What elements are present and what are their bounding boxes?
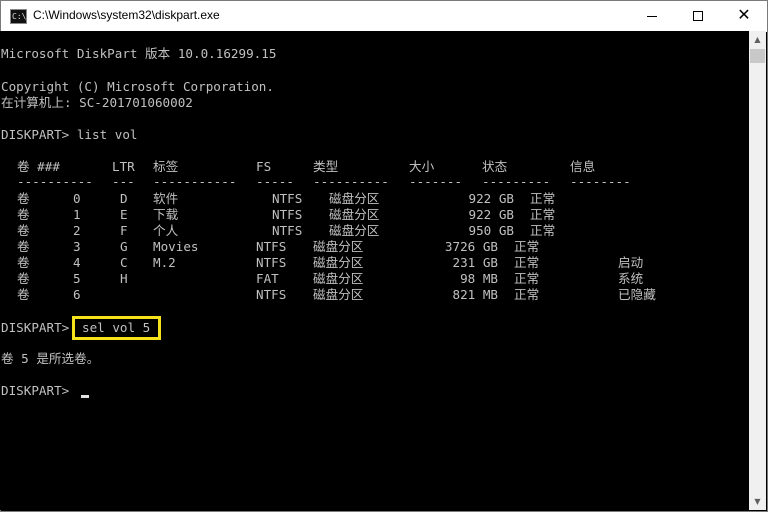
separator: --------- <box>482 174 551 189</box>
label-cell: 个人 <box>153 223 179 238</box>
separator: ----------- <box>153 174 237 189</box>
status-cell: 正常 <box>514 271 540 286</box>
type-cell: 磁盘分区 <box>329 223 380 238</box>
info-cell: 系统 <box>618 271 644 286</box>
separator: ---------- <box>313 174 389 189</box>
header-type: 类型 <box>313 159 339 174</box>
type-cell: 磁盘分区 <box>313 239 364 254</box>
fs-cell: NTFS <box>256 239 287 254</box>
separator: --- <box>112 174 135 189</box>
ltr-cell: F <box>120 223 128 238</box>
header-status: 状态 <box>482 159 508 174</box>
fs-cell: NTFS <box>272 207 303 222</box>
selection-result-line: 卷 5 是所选卷。 <box>1 351 100 366</box>
label-cell: Movies <box>153 239 199 254</box>
volume-cell: 卷 <box>17 191 30 206</box>
info-cell: 已隐藏 <box>618 287 656 302</box>
scrollbar-thumb[interactable] <box>750 49 765 63</box>
type-cell: 磁盘分区 <box>313 255 364 270</box>
volume-cell: 卷 <box>17 223 30 238</box>
volume-number: 3 <box>73 239 81 254</box>
text-cursor <box>81 395 89 398</box>
status-cell: 正常 <box>530 191 556 206</box>
size-cell: 922 GB <box>468 207 515 222</box>
command-highlight-box <box>72 316 161 340</box>
header-volume: 卷 ### <box>17 159 60 174</box>
size-cell: 3726 GB <box>444 239 498 254</box>
copyright-line: Copyright (C) Microsoft Corporation. <box>1 79 274 94</box>
separator: ---------- <box>17 174 93 189</box>
prompt: DISKPART> <box>1 383 70 398</box>
fs-cell: NTFS <box>272 191 303 206</box>
close-button[interactable]: ✕ <box>721 1 767 32</box>
volume-number: 1 <box>73 207 81 222</box>
command-list-vol: DISKPART> list vol <box>1 127 138 142</box>
size-cell: 98 MB <box>460 271 498 286</box>
console-app-icon: C:\ <box>10 9 27 24</box>
title-bar[interactable]: C:\ C:\Windows\system32\diskpart.exe ✕ <box>1 1 767 32</box>
header-ltr: LTR <box>112 159 135 174</box>
ltr-cell: D <box>120 191 128 206</box>
header-label: 标签 <box>153 159 179 174</box>
minimize-button[interactable] <box>629 1 675 32</box>
version-line: Microsoft DiskPart 版本 10.0.16299.15 <box>1 46 277 61</box>
header-fs: FS <box>256 159 272 174</box>
scroll-up-arrow-icon[interactable]: ▲ <box>749 31 766 48</box>
volume-number: 6 <box>73 287 81 302</box>
label-cell: 软件 <box>153 191 179 206</box>
maximize-icon <box>693 11 703 21</box>
ltr-cell: H <box>120 271 128 286</box>
scroll-down-arrow-icon[interactable]: ▼ <box>749 493 766 510</box>
maximize-button[interactable] <box>675 1 721 32</box>
volume-number: 5 <box>73 271 81 286</box>
volume-cell: 卷 <box>17 207 30 222</box>
label-cell: M.2 <box>153 255 176 270</box>
status-cell: 正常 <box>514 239 540 254</box>
status-cell: 正常 <box>530 207 556 222</box>
close-icon: ✕ <box>737 5 751 24</box>
header-info: 信息 <box>570 159 596 174</box>
header-size: 大小 <box>409 159 435 174</box>
size-cell: 231 GB <box>452 255 499 270</box>
status-cell: 正常 <box>530 223 556 238</box>
type-cell: 磁盘分区 <box>313 287 364 302</box>
separator: ----- <box>256 174 294 189</box>
computer-line: 在计算机上: SC-201701060002 <box>1 95 193 110</box>
type-cell: 磁盘分区 <box>329 191 380 206</box>
volume-cell: 卷 <box>17 255 30 270</box>
volume-number: 4 <box>73 255 81 270</box>
vertical-scrollbar[interactable]: ▲ ▼ <box>749 31 766 510</box>
type-cell: 磁盘分区 <box>313 271 364 286</box>
ltr-cell: G <box>120 239 128 254</box>
size-cell: 922 GB <box>468 191 515 206</box>
console-output[interactable]: Microsoft DiskPart 版本 10.0.16299.15 Copy… <box>0 31 749 510</box>
status-cell: 正常 <box>514 255 540 270</box>
volume-cell: 卷 <box>17 287 30 302</box>
ltr-cell: C <box>120 255 128 270</box>
volume-number: 0 <box>73 191 81 206</box>
volume-cell: 卷 <box>17 271 30 286</box>
window-title: C:\Windows\system32\diskpart.exe <box>33 8 220 22</box>
ltr-cell: E <box>120 207 128 222</box>
separator: -------- <box>570 174 631 189</box>
label-cell: 下载 <box>153 207 179 222</box>
prompt: DISKPART> <box>1 320 70 335</box>
type-cell: 磁盘分区 <box>329 207 380 222</box>
separator: ------- <box>409 174 463 189</box>
minimize-icon <box>647 16 657 17</box>
volume-cell: 卷 <box>17 239 30 254</box>
fs-cell: FAT <box>256 271 279 286</box>
size-cell: 950 GB <box>468 223 515 238</box>
fs-cell: NTFS <box>272 223 303 238</box>
fs-cell: NTFS <box>256 255 287 270</box>
volume-number: 2 <box>73 223 81 238</box>
size-cell: 821 MB <box>452 287 499 302</box>
fs-cell: NTFS <box>256 287 287 302</box>
info-cell: 启动 <box>618 255 644 270</box>
status-cell: 正常 <box>514 287 540 302</box>
